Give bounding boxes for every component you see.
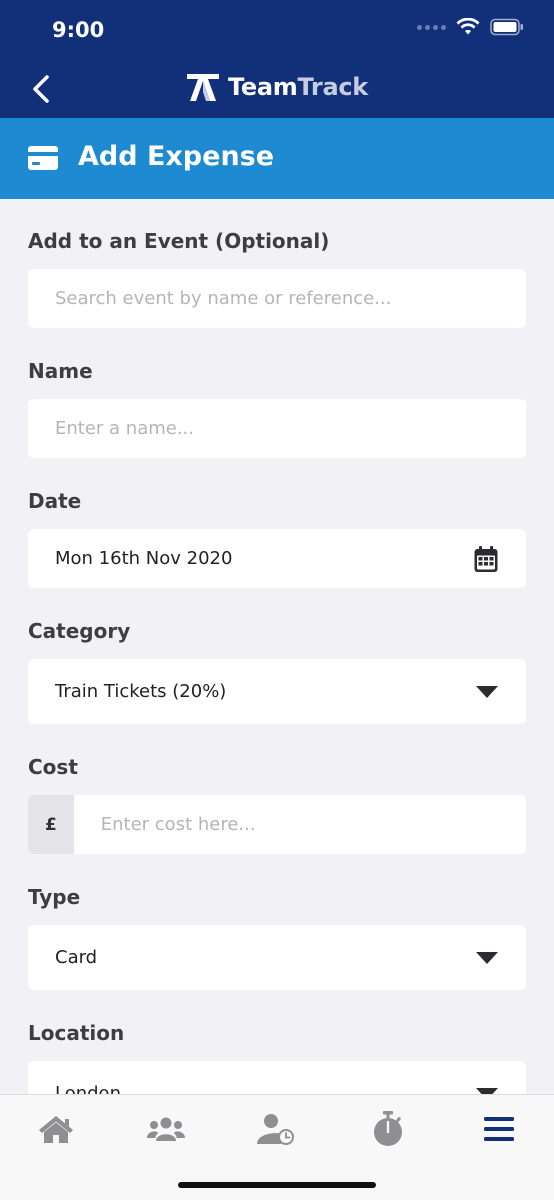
status-indicators <box>417 18 524 36</box>
date-label: Date <box>28 489 82 513</box>
cost-box: £ <box>28 795 526 854</box>
tab-home[interactable] <box>34 1111 78 1147</box>
calendar-icon[interactable] <box>474 545 498 572</box>
caret-down-icon <box>476 951 498 964</box>
category-select[interactable]: Train Tickets (20%) <box>28 659 526 724</box>
event-label: Add to an Event (Optional) <box>28 229 330 253</box>
status-time: 9:00 <box>52 18 105 42</box>
home-indicator <box>178 1182 376 1188</box>
nav-bar: TeamTrack <box>0 60 554 118</box>
stopwatch-icon <box>374 1111 402 1146</box>
tab-menu[interactable] <box>477 1111 521 1147</box>
status-bar: 9:00 <box>0 0 554 60</box>
person-clock-icon <box>257 1114 294 1145</box>
type-label: Type <box>28 885 81 909</box>
event-search-input[interactable] <box>28 269 526 328</box>
hamburger-menu-icon <box>484 1117 514 1141</box>
cost-input[interactable] <box>73 795 526 854</box>
tab-team[interactable] <box>144 1111 188 1147</box>
type-value: Card <box>55 947 98 968</box>
tab-timer[interactable] <box>366 1111 410 1147</box>
page-title: Add Expense <box>78 141 275 172</box>
brand-team-text: Team <box>228 73 298 101</box>
cost-label: Cost <box>28 755 78 779</box>
currency-prefix: £ <box>28 795 74 854</box>
caret-down-icon <box>476 685 498 698</box>
brand-logo: TeamTrack <box>186 72 368 102</box>
brand-track-text: Track <box>297 73 368 101</box>
chevron-left-icon <box>33 75 49 103</box>
wifi-icon <box>456 18 480 35</box>
category-label: Category <box>28 619 131 643</box>
teamtrack-logo-icon <box>187 74 219 101</box>
back-button[interactable] <box>24 72 58 106</box>
type-select[interactable]: Card <box>28 925 526 990</box>
credit-card-icon <box>28 146 58 170</box>
home-icon <box>39 1116 73 1143</box>
category-value: Train Tickets (20%) <box>55 681 227 702</box>
tab-timesheets[interactable] <box>254 1111 298 1147</box>
name-input[interactable] <box>28 399 526 458</box>
event-search-box <box>28 269 526 328</box>
cellular-signal-icon <box>417 24 446 30</box>
date-picker[interactable]: Mon 16th Nov 2020 <box>28 529 526 588</box>
name-label: Name <box>28 359 93 383</box>
page-header: Add Expense <box>0 118 554 199</box>
battery-icon <box>490 18 523 36</box>
brand-name: TeamTrack <box>228 73 368 101</box>
date-value: Mon 16th Nov 2020 <box>55 548 233 569</box>
people-icon <box>147 1117 185 1141</box>
name-box <box>28 399 526 458</box>
location-label: Location <box>28 1021 125 1045</box>
